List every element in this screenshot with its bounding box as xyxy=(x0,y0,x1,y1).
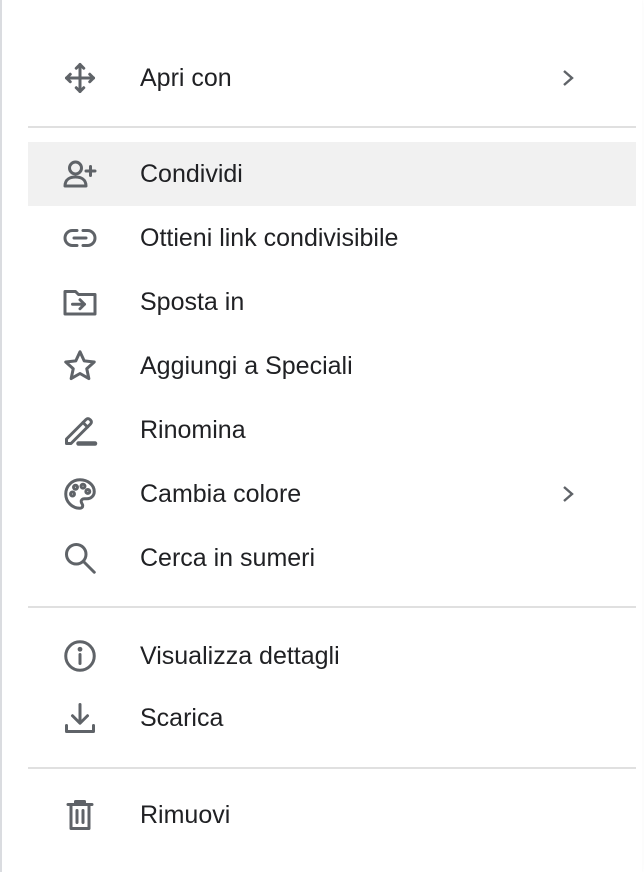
menu-item-label: Scarica xyxy=(140,703,224,732)
menu-item-label: Apri con xyxy=(140,63,232,92)
menu-item-label: Ottieni link condivisibile xyxy=(140,223,399,252)
menu-item-sposta-in[interactable]: Sposta in xyxy=(28,270,636,334)
palette-icon xyxy=(60,474,100,514)
menu-item-scarica[interactable]: Scarica xyxy=(28,686,636,750)
menu-item-aggiungi-speciali[interactable]: Aggiungi a Speciali xyxy=(28,334,636,398)
menu-divider xyxy=(28,767,636,769)
menu-item-label: Visualizza dettagli xyxy=(140,641,340,670)
chevron-right-icon xyxy=(560,68,576,88)
info-icon xyxy=(60,636,100,676)
menu-item-label: Rinomina xyxy=(140,415,246,444)
context-menu: Apri con Condividi Ottieni link condivis… xyxy=(0,0,642,872)
menu-item-condividi[interactable]: Condividi xyxy=(28,142,636,206)
menu-item-rimuovi[interactable]: Rimuovi xyxy=(28,783,636,847)
move-to-folder-icon xyxy=(60,282,100,322)
menu-item-ottieni-link[interactable]: Ottieni link condivisibile xyxy=(28,206,636,270)
menu-item-cambia-colore[interactable]: Cambia colore xyxy=(28,462,636,526)
download-icon xyxy=(60,698,100,738)
chevron-right-icon xyxy=(560,484,576,504)
person-add-icon xyxy=(60,154,100,194)
pencil-icon xyxy=(60,410,100,450)
menu-divider xyxy=(28,606,636,608)
menu-item-label: Sposta in xyxy=(140,287,245,316)
menu-item-apri-con[interactable]: Apri con xyxy=(28,46,636,110)
search-icon xyxy=(60,538,100,578)
star-icon xyxy=(60,346,100,386)
menu-item-label: Rimuovi xyxy=(140,800,231,829)
menu-item-cerca-in[interactable]: Cerca in sumeri xyxy=(28,526,636,590)
trash-icon xyxy=(60,795,100,835)
menu-item-label: Cerca in sumeri xyxy=(140,543,316,572)
menu-item-label: Aggiungi a Speciali xyxy=(140,351,353,380)
menu-divider xyxy=(28,126,636,128)
menu-item-label: Condividi xyxy=(140,159,243,188)
link-icon xyxy=(60,218,100,258)
menu-item-rinomina[interactable]: Rinomina xyxy=(28,398,636,462)
menu-item-label: Cambia colore xyxy=(140,479,302,508)
menu-item-visualizza-dettagli[interactable]: Visualizza dettagli xyxy=(28,624,636,688)
move-icon xyxy=(60,58,100,98)
